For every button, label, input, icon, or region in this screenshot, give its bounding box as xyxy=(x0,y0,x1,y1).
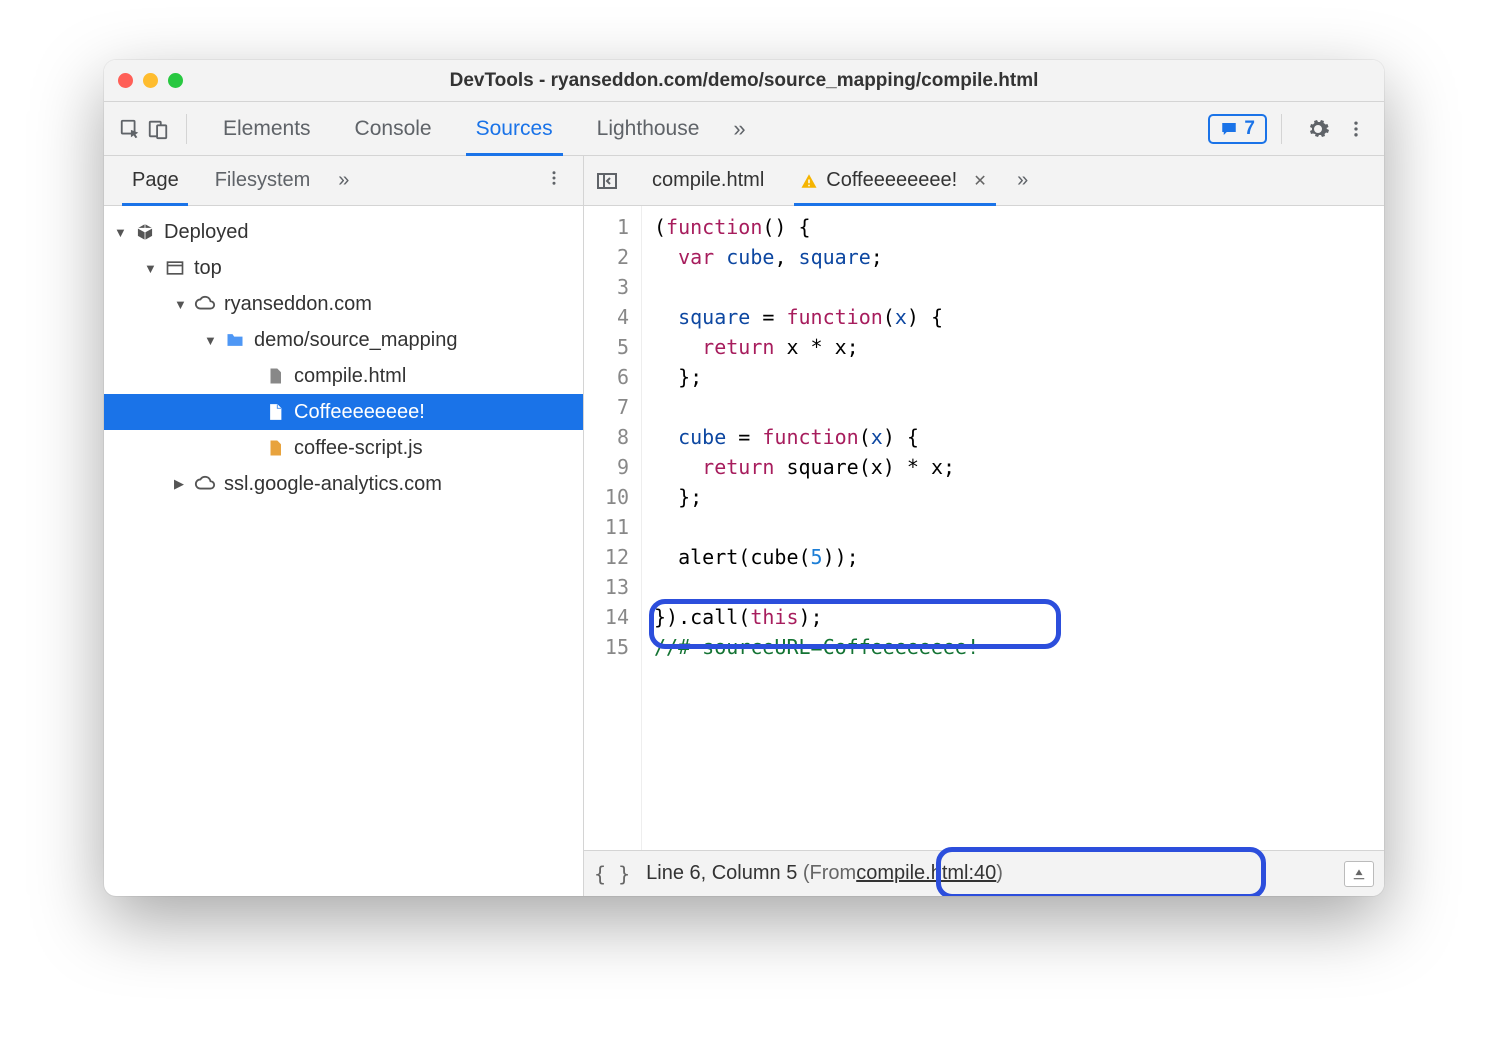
tree-label: top xyxy=(194,257,222,280)
editor-tab-label: Coffeeeeeeee! xyxy=(826,169,957,192)
close-tab-icon[interactable]: ✕ xyxy=(971,172,989,190)
tab-lighthouse[interactable]: Lighthouse xyxy=(575,102,722,155)
cursor-position: Line 6, Column 5 xyxy=(646,862,797,885)
folder-icon xyxy=(224,329,246,351)
tree-domain-analytics[interactable]: ▶ ssl.google-analytics.com xyxy=(104,466,583,502)
tree-label: compile.html xyxy=(294,365,406,388)
tab-elements[interactable]: Elements xyxy=(201,102,333,155)
code-editor[interactable]: 1 2 3 4 5 6 7 8 9 10 11 12 13 14 15 xyxy=(584,206,1384,850)
tree-folder[interactable]: ▼ demo/source_mapping xyxy=(104,322,583,358)
navigator-tabs: Page Filesystem » xyxy=(104,156,583,206)
separator xyxy=(186,114,187,144)
main-toolbar: Elements Console Sources Lighthouse » 7 xyxy=(104,102,1384,156)
more-tabs-chevron[interactable]: » xyxy=(721,116,757,142)
navigator-sidebar: Page Filesystem » ▼ Deployed ▼ top xyxy=(104,156,584,896)
cube-icon xyxy=(134,221,156,243)
tree-label: Deployed xyxy=(164,221,249,244)
devtools-window: DevTools - ryanseddon.com/demo/source_ma… xyxy=(104,60,1384,896)
chevron-right-icon: ▶ xyxy=(174,476,188,492)
more-editor-tabs[interactable]: » xyxy=(1007,169,1038,192)
navigator-tab-filesystem[interactable]: Filesystem xyxy=(197,156,329,205)
code-lines: (function() { var cube, square; square =… xyxy=(642,206,1384,850)
pretty-print-button[interactable]: { } xyxy=(594,862,630,886)
toggle-navigator-icon[interactable] xyxy=(590,164,624,198)
chevron-down-icon: ▼ xyxy=(114,225,128,240)
status-bar: { } Line 6, Column 5 (From compile.html:… xyxy=(584,850,1384,896)
separator xyxy=(1281,114,1282,144)
chevron-down-icon: ▼ xyxy=(174,297,188,312)
tab-console[interactable]: Console xyxy=(333,102,454,155)
cloud-icon xyxy=(194,473,216,495)
window-title: DevTools - ryanseddon.com/demo/source_ma… xyxy=(104,70,1384,92)
tab-sources[interactable]: Sources xyxy=(454,102,575,155)
show-drawer-button[interactable] xyxy=(1344,861,1374,887)
settings-icon[interactable] xyxy=(1302,113,1334,145)
main-area: Page Filesystem » ▼ Deployed ▼ top xyxy=(104,156,1384,896)
editor-area: compile.html Coffeeeeeeee! ✕ » 1 2 3 4 5… xyxy=(584,156,1384,896)
tree-file-coffeescript[interactable]: coffee-script.js xyxy=(104,430,583,466)
chevron-down-icon: ▼ xyxy=(204,333,218,348)
tree-label: Coffeeeeeeee! xyxy=(294,401,425,424)
tree-label: demo/source_mapping xyxy=(254,329,457,352)
message-icon xyxy=(1220,120,1238,138)
tree-deployed[interactable]: ▼ Deployed xyxy=(104,214,583,250)
issues-count: 7 xyxy=(1244,118,1255,140)
warning-icon xyxy=(800,172,818,190)
editor-tab-coffee[interactable]: Coffeeeeeeee! ✕ xyxy=(782,156,1007,205)
tree-domain-ryanseddon[interactable]: ▼ ryanseddon.com xyxy=(104,286,583,322)
issues-badge[interactable]: 7 xyxy=(1208,114,1267,144)
frame-icon xyxy=(164,257,186,279)
tree-label: ryanseddon.com xyxy=(224,293,372,316)
editor-tabs: compile.html Coffeeeeeeee! ✕ » xyxy=(584,156,1384,206)
file-icon xyxy=(264,365,286,387)
tree-label: coffee-script.js xyxy=(294,437,423,460)
tree-file-coffee[interactable]: Coffeeeeeeee! xyxy=(104,394,583,430)
tree-label: ssl.google-analytics.com xyxy=(224,473,442,496)
more-navigator-tabs[interactable]: » xyxy=(328,169,359,192)
inspect-element-icon[interactable] xyxy=(116,115,144,143)
panel-tabs: Elements Console Sources Lighthouse xyxy=(201,102,721,155)
file-js-icon xyxy=(264,437,286,459)
cloud-icon xyxy=(194,293,216,315)
titlebar: DevTools - ryanseddon.com/demo/source_ma… xyxy=(104,60,1384,102)
file-icon xyxy=(264,401,286,423)
tree-file-compile[interactable]: compile.html xyxy=(104,358,583,394)
chevron-down-icon: ▼ xyxy=(144,261,158,276)
kebab-menu-icon[interactable] xyxy=(1340,113,1372,145)
line-gutter: 1 2 3 4 5 6 7 8 9 10 11 12 13 14 15 xyxy=(584,206,642,850)
device-toggle-icon[interactable] xyxy=(144,115,172,143)
file-tree: ▼ Deployed ▼ top ▼ ryanseddon.com ▼ xyxy=(104,206,583,896)
editor-tab-compile[interactable]: compile.html xyxy=(634,156,782,205)
source-link[interactable]: compile.html:40 xyxy=(856,862,996,885)
navigator-tab-page[interactable]: Page xyxy=(114,156,197,205)
editor-tab-label: compile.html xyxy=(652,169,764,192)
navigator-menu-icon[interactable] xyxy=(535,169,573,192)
tree-top[interactable]: ▼ top xyxy=(104,250,583,286)
